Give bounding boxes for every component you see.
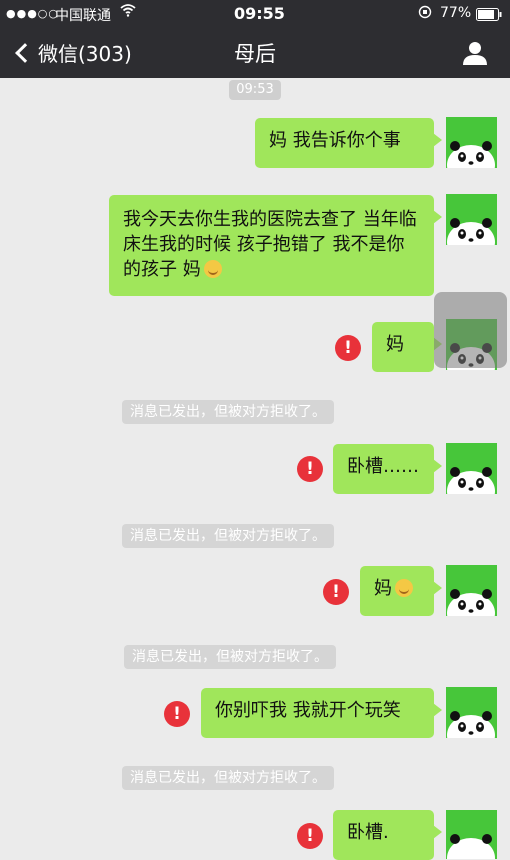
panda-avatar-icon xyxy=(447,218,495,245)
avatar[interactable] xyxy=(446,687,497,738)
smile-emoji-icon xyxy=(203,260,222,278)
message-bubble[interactable]: 我今天去你生我的医院去查了 当年临床生我的时候 孩子抱错了 我不是你的孩子 妈 xyxy=(109,195,442,296)
panda-avatar-icon xyxy=(447,141,495,168)
send-failed-icon[interactable]: ! xyxy=(323,579,349,605)
message-text: 卧槽…… xyxy=(347,456,419,477)
panda-avatar-icon xyxy=(447,711,495,738)
chat-header: 微信(303) 母后 xyxy=(0,28,510,78)
signal-strength: ●●●○○ xyxy=(6,7,59,20)
system-notice: 消息已发出，但被对方拒收了。 xyxy=(122,524,334,548)
message-text: 妈 我告诉你个事 xyxy=(269,130,401,151)
send-failed-icon[interactable]: ! xyxy=(297,456,323,482)
message-text: 妈 xyxy=(386,334,404,355)
clock: 09:55 xyxy=(234,4,285,23)
send-failed-icon[interactable]: ! xyxy=(297,823,323,849)
message-text: 妈 xyxy=(374,578,392,599)
message-text: 卧槽. xyxy=(347,822,389,843)
avatar[interactable] xyxy=(446,194,497,245)
chat-title: 母后 xyxy=(234,42,276,66)
timestamp-badge: 09:53 xyxy=(229,80,281,100)
message-bubble[interactable]: 卧槽…… xyxy=(333,444,442,494)
battery-icon xyxy=(476,7,502,25)
battery-percent: 77% xyxy=(440,5,472,21)
avatar[interactable] xyxy=(446,565,497,616)
system-notice: 消息已发出，但被对方拒收了。 xyxy=(122,400,334,424)
system-notice: 消息已发出，但被对方拒收了。 xyxy=(122,766,334,790)
press-highlight xyxy=(434,292,507,368)
message-bubble[interactable]: 妈 xyxy=(360,566,442,616)
send-failed-icon[interactable]: ! xyxy=(164,701,190,727)
panda-avatar-icon xyxy=(447,589,495,616)
wifi-icon xyxy=(120,3,136,21)
message-bubble[interactable]: 妈 我告诉你个事 xyxy=(255,118,442,168)
carrier-name: 中国联通 xyxy=(55,8,111,24)
panda-avatar-icon xyxy=(447,467,495,494)
avatar[interactable] xyxy=(446,117,497,168)
status-bar: ●●●○○ 中国联通 09:55 77% xyxy=(0,0,510,28)
message-bubble[interactable]: 妈 xyxy=(372,322,442,372)
send-failed-icon[interactable]: ! xyxy=(335,335,361,361)
panda-avatar-icon xyxy=(447,834,495,859)
orientation-lock-icon xyxy=(418,5,432,23)
system-notice: 消息已发出，但被对方拒收了。 xyxy=(124,645,336,669)
message-bubble[interactable]: 卧槽. xyxy=(333,810,442,860)
smile-emoji-icon xyxy=(395,579,413,597)
message-text: 你别吓我 我就开个玩笑 xyxy=(215,700,401,721)
avatar[interactable] xyxy=(446,810,497,859)
avatar[interactable] xyxy=(446,443,497,494)
person-icon[interactable] xyxy=(462,40,488,66)
message-text: 我今天去你生我的医院去查了 当年临床生我的时候 孩子抱错了 我不是你的孩子 妈 xyxy=(123,209,417,280)
message-bubble[interactable]: 你别吓我 我就开个玩笑 xyxy=(201,688,442,738)
